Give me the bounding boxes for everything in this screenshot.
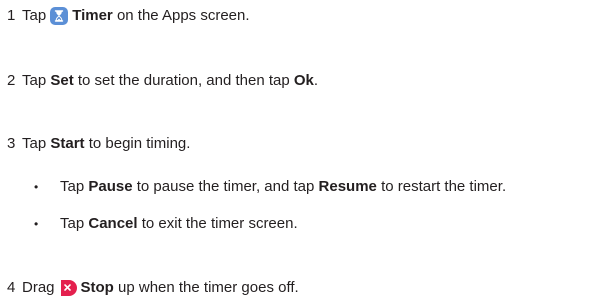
bullet-text-pre: Tap <box>60 178 85 195</box>
bullet-item-pause: • Tap Pause to pause the timer, and tap … <box>34 177 506 197</box>
cancel-label: Cancel <box>88 215 138 232</box>
stop-icon <box>59 279 77 297</box>
bullet-text-mid: to pause the timer, and tap <box>136 178 315 195</box>
timer-label: Timer <box>72 7 113 24</box>
step-number: 4 <box>7 279 16 296</box>
step-text-post: . <box>313 72 319 89</box>
step-text-pre: Drag <box>22 279 55 296</box>
step-4: 4 Drag Stop up when the timer goes off. <box>7 278 299 298</box>
step-1: 1 Tap Timer on the Apps screen. <box>7 6 250 26</box>
step-text-post: to begin timing. <box>88 135 191 152</box>
start-label: Start <box>50 135 85 152</box>
stop-label: Stop <box>80 279 114 296</box>
step-2: 2 Tap Set to set the duration, and then … <box>7 71 318 91</box>
pause-label: Pause <box>88 178 133 195</box>
step-number: 3 <box>7 135 16 152</box>
bullet-text-post: to restart the timer. <box>381 178 507 195</box>
bullet-mark: • <box>34 217 39 231</box>
resume-label: Resume <box>318 178 377 195</box>
ok-label: Ok <box>293 72 314 89</box>
step-text-mid: to set the duration, and then tap <box>77 72 290 89</box>
step-number: 2 <box>7 72 16 89</box>
step-text-post: on the Apps screen. <box>116 7 250 24</box>
bullet-text-pre: Tap <box>60 215 85 232</box>
step-text-pre: Tap <box>22 135 47 152</box>
bullet-text-post: to exit the timer screen. <box>141 215 298 232</box>
step-3: 3 Tap Start to begin timing. <box>7 134 190 154</box>
bullet-item-cancel: • Tap Cancel to exit the timer screen. <box>34 214 298 234</box>
set-label: Set <box>50 72 74 89</box>
bullet-mark: • <box>34 180 39 194</box>
step-text-post: up when the timer goes off. <box>118 279 299 296</box>
step-text-pre: Tap <box>22 72 47 89</box>
step-text-pre: Tap <box>22 7 47 24</box>
hourglass-icon <box>50 7 69 25</box>
step-number: 1 <box>7 7 16 24</box>
